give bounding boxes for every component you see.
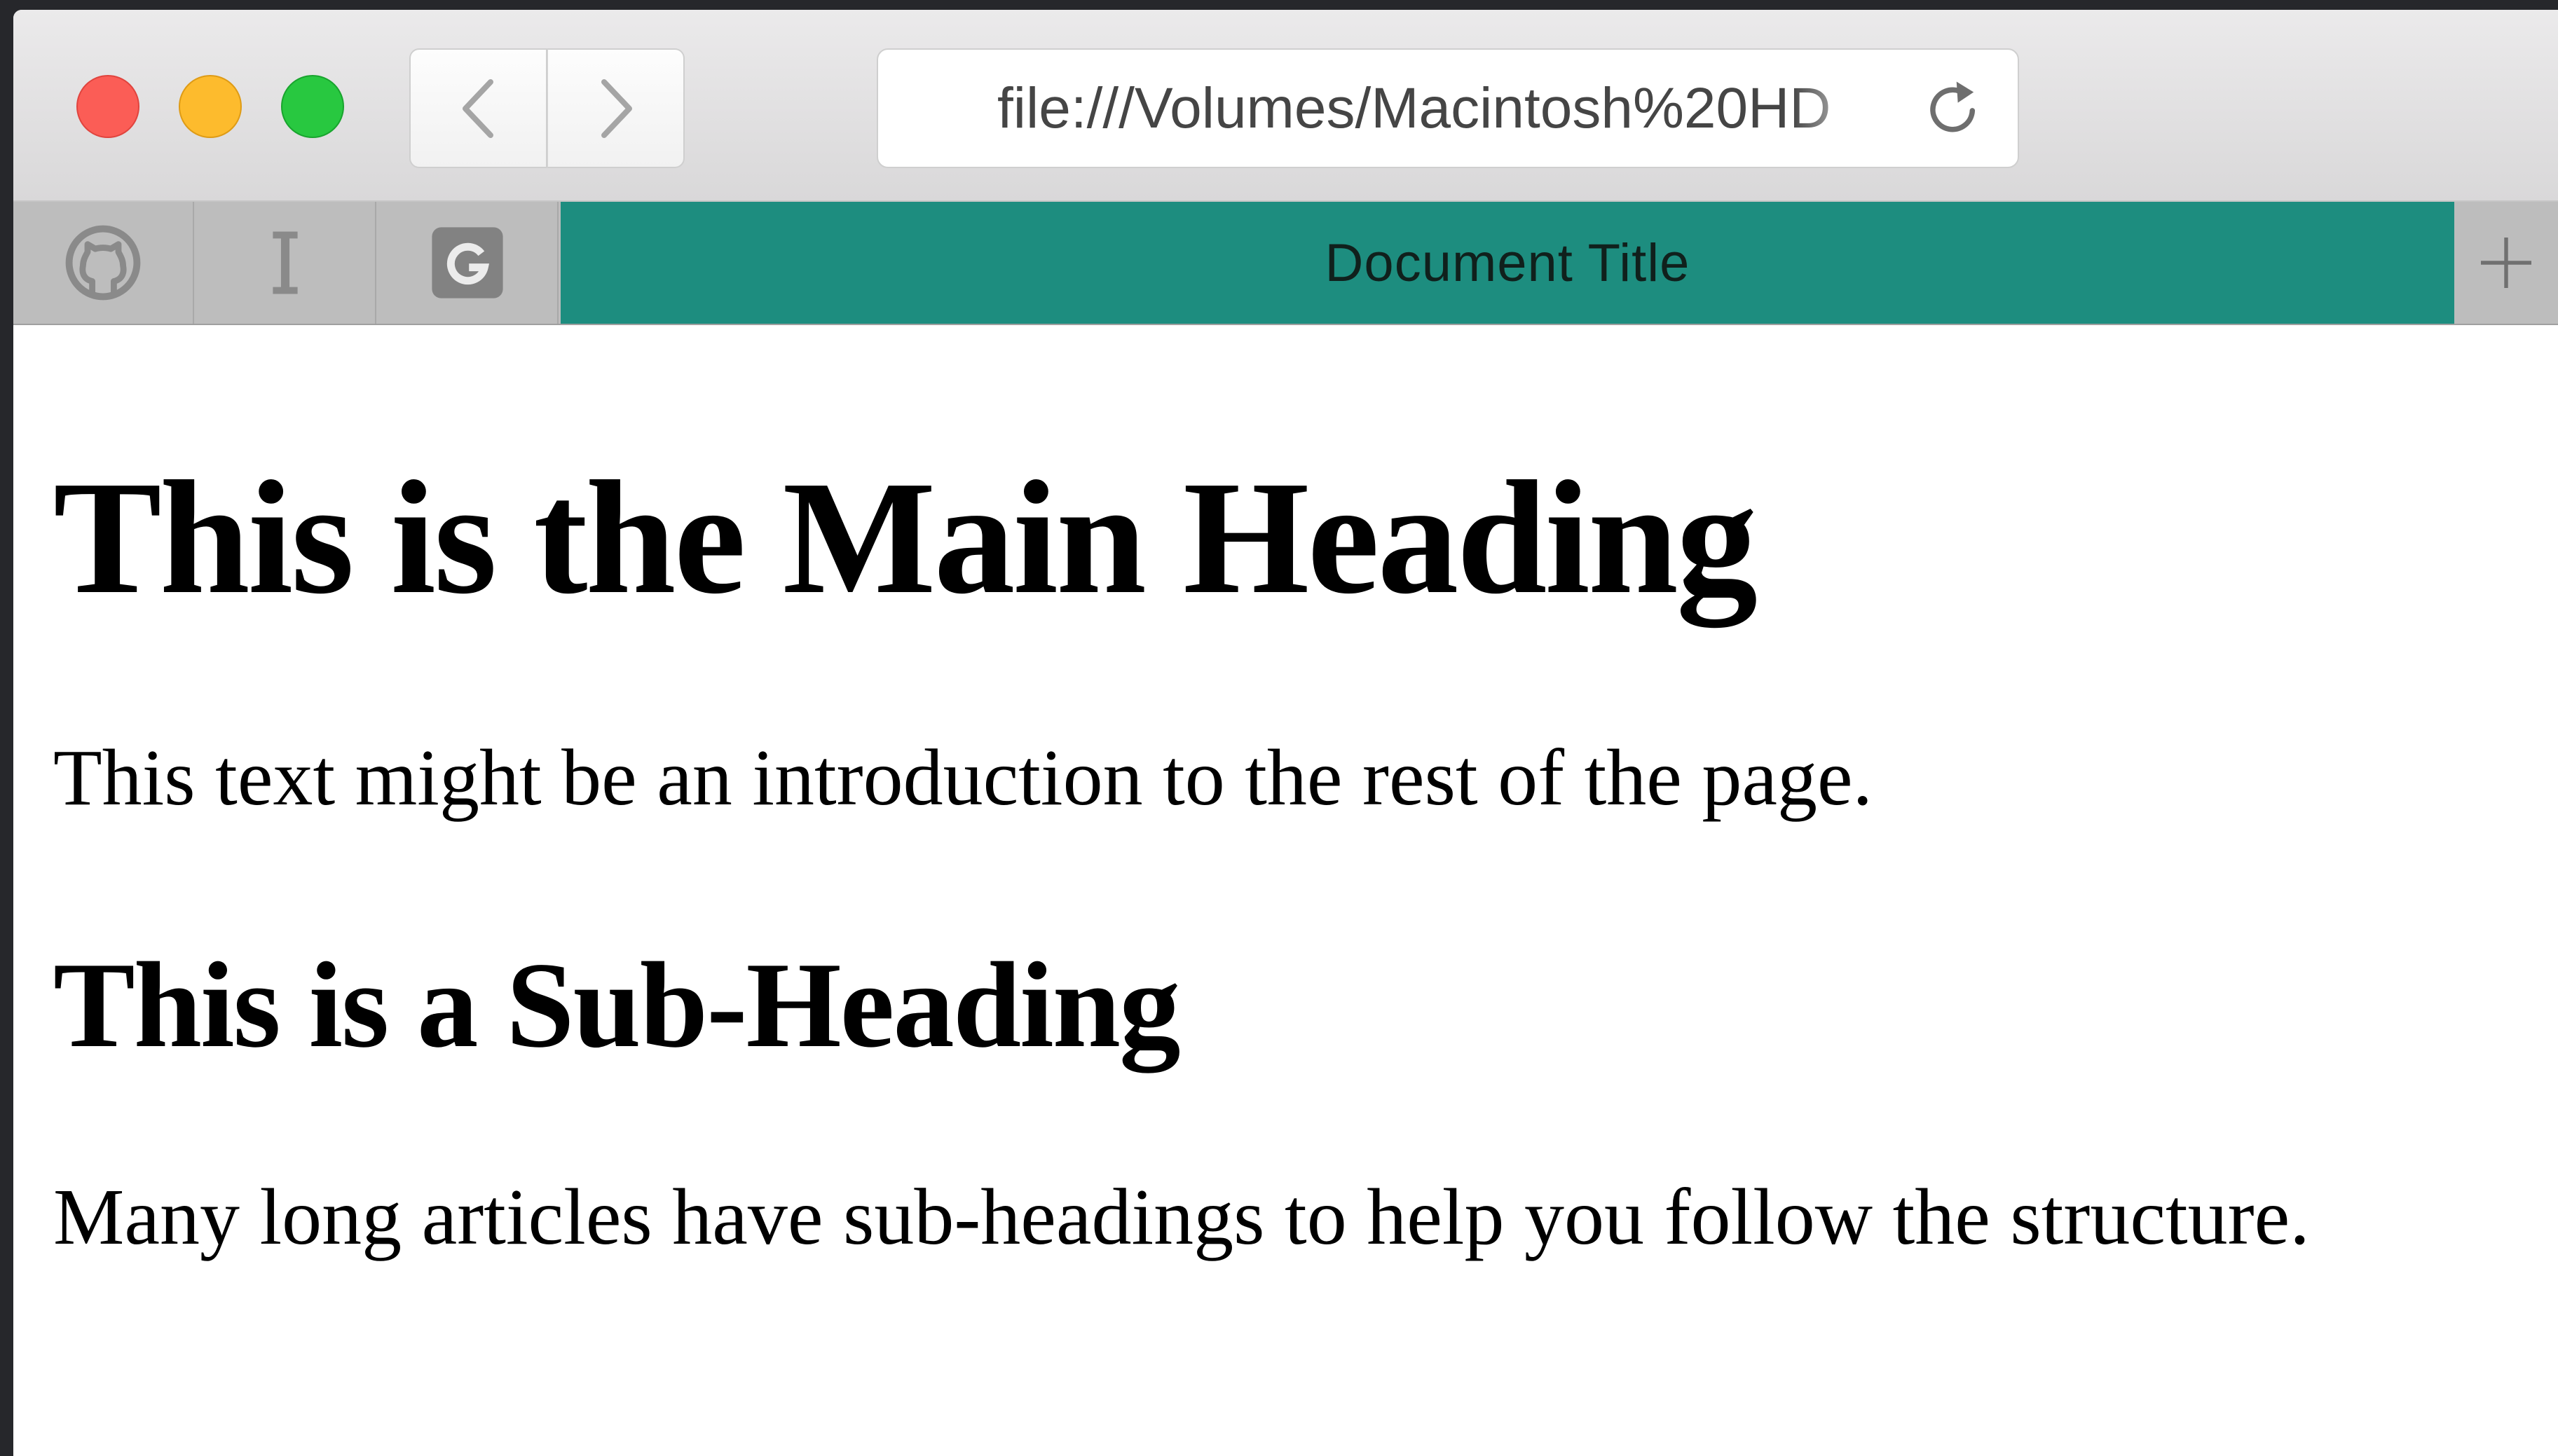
forward-button[interactable] (547, 48, 685, 168)
zoom-window-button[interactable] (281, 75, 344, 138)
pinned-tab-text[interactable] (196, 202, 376, 324)
pinned-tab-google[interactable] (378, 202, 559, 324)
tab-bar: Document Title (13, 202, 2558, 325)
main-heading: This is the Main Heading (53, 448, 1758, 628)
navigation-buttons (409, 48, 685, 168)
address-bar[interactable]: file:///Volumes/Macintosh%20HD (877, 48, 2019, 168)
body-paragraph: Many long articles have sub-headings to … (53, 1172, 2310, 1261)
chevron-right-icon (601, 78, 632, 138)
google-icon (432, 227, 503, 298)
active-tab[interactable]: Document Title (561, 202, 2454, 324)
sub-heading: This is a Sub-Heading (53, 937, 1181, 1073)
browser-window: file:///Volumes/Macintosh%20HD Document … (13, 10, 2558, 1456)
active-tab-title: Document Title (1325, 233, 1690, 293)
back-button[interactable] (409, 48, 547, 168)
text-cursor-icon (273, 231, 298, 294)
plus-icon (2481, 238, 2531, 288)
minimize-window-button[interactable] (179, 75, 242, 138)
new-tab-button[interactable] (2454, 202, 2558, 324)
address-bar-url: file:///Volumes/Macintosh%20HD (997, 76, 1831, 140)
reload-icon[interactable] (1921, 76, 1987, 142)
close-window-button[interactable] (76, 75, 139, 138)
pinned-tab-github[interactable] (13, 202, 194, 324)
browser-toolbar: file:///Volumes/Macintosh%20HD (13, 10, 2558, 202)
chevron-left-icon (462, 78, 493, 138)
intro-paragraph: This text might be an introduction to th… (53, 733, 1873, 822)
github-icon (65, 225, 141, 301)
